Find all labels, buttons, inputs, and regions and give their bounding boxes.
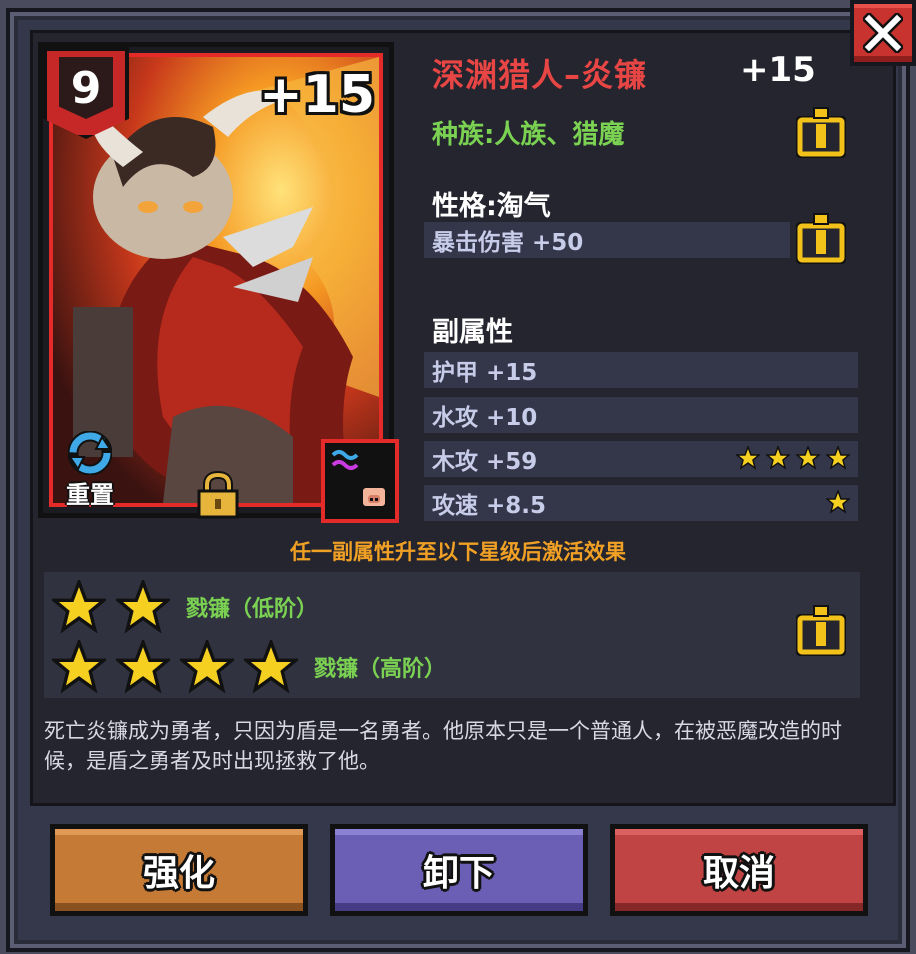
star-icon: [116, 580, 170, 634]
substat-row: 水攻 +10: [424, 397, 858, 433]
pig-icon: [361, 486, 387, 508]
substat-row: 护甲 +15: [424, 352, 858, 388]
effect-info-button[interactable]: [792, 602, 850, 660]
hero-card: 9 +15 重置: [38, 42, 399, 523]
effect-panel: 戮镰（低阶） 戮镰（高阶）: [44, 572, 860, 698]
star-icon: [180, 640, 234, 694]
element-badge: [321, 439, 399, 523]
info-icon: [796, 605, 846, 656]
info-icon: [796, 107, 846, 158]
reset-label: 重置: [66, 481, 114, 509]
substat-label: 木攻 +59: [432, 449, 538, 475]
level-number: 9: [59, 57, 113, 119]
substat-row: 攻速 +8.5: [424, 485, 858, 521]
substat-label: 水攻 +10: [432, 405, 538, 431]
trait-info-button[interactable]: [792, 210, 850, 268]
star-icon: [736, 446, 760, 470]
reset-button[interactable]: 重置: [55, 431, 125, 510]
star-icon: [52, 580, 106, 634]
close-icon: [863, 13, 903, 53]
card-enhance-level: +15: [259, 65, 375, 125]
cancel-button-label: 取消: [702, 853, 775, 894]
refresh-icon: [68, 431, 112, 475]
activation-hint: 任一副属性升至以下星级后激活效果: [290, 540, 626, 564]
unequip-button-label: 卸下: [422, 853, 495, 894]
hero-race: 种族:人族、猎魔: [432, 120, 625, 150]
star-icon: [826, 446, 850, 470]
cancel-button[interactable]: 取消: [610, 824, 868, 916]
trait-stat-row: 暴击伤害 +50: [424, 222, 790, 258]
enhance-button-label: 强化: [142, 853, 215, 894]
race-info-button[interactable]: [792, 104, 850, 162]
water-element-icon: [331, 450, 359, 470]
unequip-button[interactable]: 卸下: [330, 824, 588, 916]
substat-stars: [736, 446, 850, 470]
star-icon: [52, 640, 106, 694]
star-icon: [244, 640, 298, 694]
trait-stat-label: 暴击伤害 +50: [432, 230, 584, 256]
substat-label: 攻速 +8.5: [432, 493, 547, 519]
substat-row: 木攻 +59: [424, 441, 858, 477]
hero-description: 死亡炎镰成为勇者，只因为盾是一名勇者。他原本只是一个普通人，在被恶魔改造的时候，…: [44, 719, 842, 773]
star-icon: [766, 446, 790, 470]
effect-label: 戮镰（低阶）: [186, 597, 319, 622]
info-icon: [796, 213, 846, 264]
close-button[interactable]: [850, 0, 916, 66]
enhance-button[interactable]: 强化: [50, 824, 308, 916]
effect-row-low: 戮镰（低阶）: [52, 580, 318, 634]
effect-row-high: 戮镰（高阶）: [52, 640, 446, 694]
substats-title: 副属性: [432, 317, 513, 348]
lock-icon[interactable]: [195, 471, 241, 519]
star-icon: [826, 490, 850, 514]
effect-label: 戮镰（高阶）: [314, 657, 447, 682]
hero-enhance-level: +15: [740, 50, 816, 90]
trait-title: 性格:淘气: [432, 191, 551, 222]
star-icon: [796, 446, 820, 470]
substat-stars: [826, 490, 850, 514]
star-icon: [116, 640, 170, 694]
substat-label: 护甲 +15: [432, 360, 538, 386]
hero-name: 深渊猎人–炎镰: [432, 56, 648, 94]
